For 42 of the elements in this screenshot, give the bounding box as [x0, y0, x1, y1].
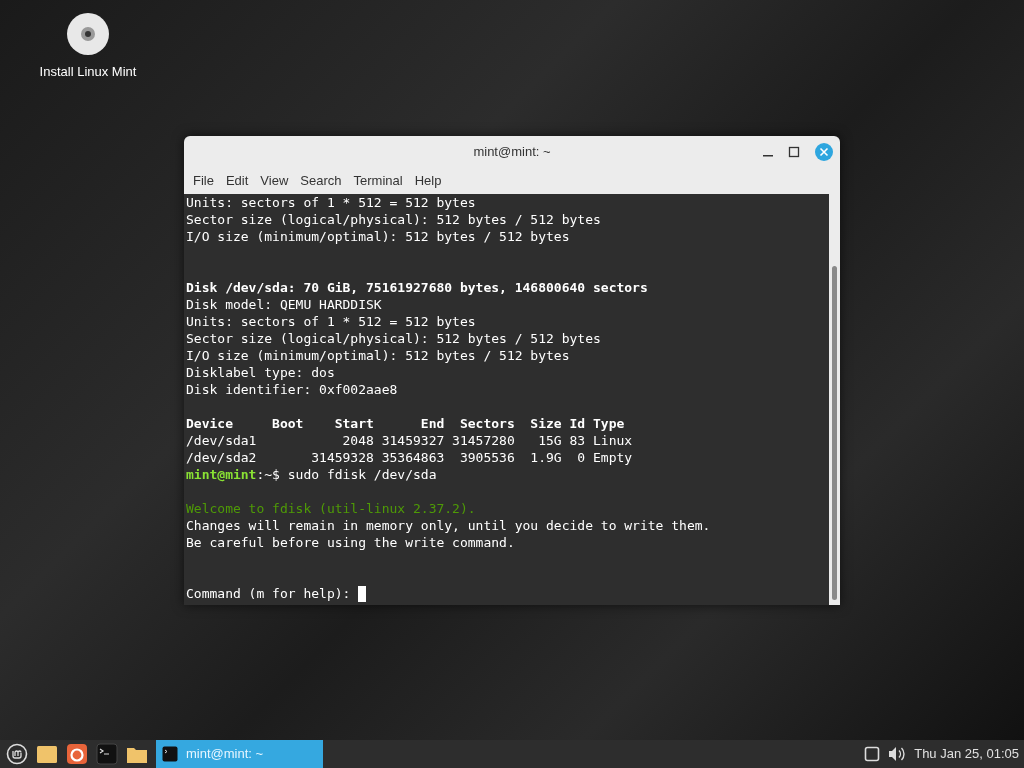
maximize-icon[interactable] — [788, 146, 800, 158]
terminal-text: Sector size (logical/physical): 512 bytes / 512 bytes — [186, 330, 601, 347]
scrollbar-thumb[interactable] — [832, 266, 837, 600]
terminal-text: I/O size (minimum/optimal): 512 bytes / 512 bytes — [186, 228, 570, 245]
disc-icon[interactable] — [66, 12, 110, 56]
terminal-text: Device Boot Start End Sectors Size Id Type — [186, 415, 625, 432]
menu-item[interactable]: View — [255, 171, 294, 191]
menu-item[interactable]: Terminal — [348, 171, 408, 191]
terminal-text: I/O size (minimum/optimal): 512 bytes / 512 bytes — [186, 347, 570, 364]
window-title: mint@mint: ~ — [473, 143, 551, 162]
terminal-text: Disklabel type: dos — [186, 364, 335, 381]
terminal-command: sudo fdisk /dev/sda — [286, 466, 437, 483]
terminal-text: /dev/sda2 31459328 35364863 3905536 1.9G 0 Empty — [186, 449, 633, 466]
terminal-text: Welcome to fdisk (util-linux 2.37.2). — [186, 500, 476, 517]
window-list-icon[interactable] — [864, 746, 881, 762]
prompt-path: :~$ — [256, 466, 280, 483]
terminal-icon — [162, 746, 178, 762]
terminal-text: Disk /dev/sda: 70 GiB, 75161927680 bytes, 146800640 sectors — [186, 279, 648, 296]
text-cursor — [358, 585, 367, 602]
desktop-icon-label[interactable]: Install Linux Mint — [39, 62, 137, 82]
terminal-text: /dev/sda1 2048 31459327 31457280 15G 83 Linux — [186, 432, 633, 449]
terminal-text: Sector size (logical/physical): 512 bytes / 512 bytes — [186, 211, 601, 228]
browser-icon[interactable] — [66, 743, 88, 765]
terminal-text: Disk identifier: 0xf002aae8 — [186, 381, 398, 398]
menu-item[interactable]: Help — [409, 171, 447, 191]
folder-icon[interactable] — [36, 744, 58, 764]
terminal-text: Units: sectors of 1 * 512 = 512 bytes — [186, 313, 476, 330]
prompt-user: mint@mint — [186, 466, 257, 483]
scrollbar[interactable] — [829, 194, 840, 605]
menu-item[interactable]: File — [188, 171, 219, 191]
terminal-text: Be careful before using the write command. — [186, 534, 515, 551]
terminal-text: Disk model: QEMU HARDDISK — [186, 296, 382, 313]
close-icon[interactable] — [814, 142, 834, 162]
volume-icon[interactable] — [888, 746, 907, 762]
terminal-text: Units: sectors of 1 * 512 = 512 bytes — [186, 194, 476, 211]
terminal-prompt: Command (m for help): — [186, 585, 352, 602]
clock[interactable]: Thu Jan 25, 01:05 — [914, 744, 1024, 764]
menu-item[interactable]: Search — [295, 171, 347, 191]
menu-item[interactable]: Edit — [220, 171, 254, 191]
terminal-text: Changes will remain in memory only, until you decide to write them. — [186, 517, 711, 534]
terminal-icon[interactable] — [96, 743, 118, 765]
menu-icon[interactable] — [6, 743, 28, 765]
